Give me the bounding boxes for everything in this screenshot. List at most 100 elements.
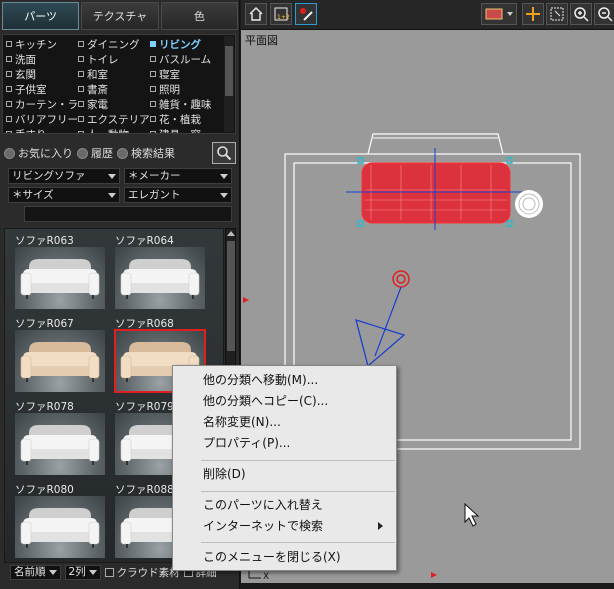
- pen-icon: [300, 8, 313, 21]
- part-thumbnail[interactable]: [15, 247, 105, 309]
- category-item[interactable]: 手すり: [6, 127, 78, 133]
- view-toolbar: 1+2: [241, 0, 614, 30]
- menu-item-delete[interactable]: 削除(D): [203, 464, 393, 484]
- category-item[interactable]: キッチン: [6, 37, 78, 51]
- radio-icon: [117, 147, 128, 159]
- category-item[interactable]: バスルーム: [150, 52, 222, 66]
- sofa-thumbnail-icon: [20, 425, 100, 465]
- category-item[interactable]: トイレ: [78, 52, 150, 66]
- menu-item-move[interactable]: 他の分類へ移動(M)...: [203, 370, 393, 390]
- part-item[interactable]: ソファR064: [105, 229, 205, 309]
- sofa-plan: [361, 162, 511, 224]
- checkbox-icon: [78, 101, 84, 107]
- menu-item-replace[interactable]: このパーツに入れ替え: [203, 495, 393, 515]
- draw-mode-button[interactable]: [295, 3, 317, 25]
- checkbox-icon: [78, 71, 84, 77]
- search-icon: [217, 146, 232, 161]
- checkbox-icon: [150, 41, 156, 47]
- axis-indicator: [248, 570, 261, 579]
- scrollbar-thumb[interactable]: [225, 46, 233, 96]
- scroll-up-icon[interactable]: [227, 231, 235, 236]
- keyword-input[interactable]: [24, 206, 232, 222]
- category-label: 子供室: [15, 83, 47, 96]
- part-thumbnail[interactable]: [15, 413, 105, 475]
- zoom-out-icon: [598, 7, 613, 22]
- category-item[interactable]: 玄関: [6, 67, 78, 81]
- menu-item-web-search[interactable]: インターネットで検索: [203, 516, 393, 536]
- filter-history[interactable]: 履歴: [77, 145, 113, 161]
- menu-item-close[interactable]: このメニューを閉じる(X): [203, 547, 393, 567]
- part-item[interactable]: ソファR067: [5, 312, 105, 392]
- checkbox-icon: [78, 41, 84, 47]
- maker-value: ＊メーカー: [128, 170, 181, 182]
- part-item[interactable]: ソファR080: [5, 478, 105, 558]
- part-thumbnail[interactable]: [115, 247, 205, 309]
- category-list: キッチン ダイニング リビング洗面 トイレ バスルーム玄関 和室 寝室子供室 書斎 照明カーテン…: [2, 34, 236, 134]
- filter-history-label: 履歴: [91, 147, 113, 160]
- split-view-icon: 1+2: [274, 7, 289, 21]
- category-item[interactable]: リビング: [150, 37, 222, 51]
- zoom-in-icon: [574, 7, 589, 22]
- cloud-checkbox[interactable]: クラウド素材: [104, 565, 180, 580]
- house-icon: [249, 7, 263, 21]
- subcategory-dropdown[interactable]: リビングソファ: [8, 168, 120, 184]
- category-label: 建具・窓: [159, 127, 201, 134]
- category-item[interactable]: カーテン・ラグ: [6, 97, 78, 111]
- checkbox-icon: [6, 41, 12, 47]
- category-item[interactable]: 寝室: [150, 67, 222, 81]
- category-label: 書斎: [87, 83, 108, 96]
- part-item[interactable]: ソファR078: [5, 395, 105, 475]
- category-item[interactable]: 雑貨・趣味: [150, 97, 222, 111]
- tab-colors[interactable]: 色: [160, 2, 238, 30]
- tab-parts[interactable]: パーツ: [2, 2, 80, 30]
- part-thumbnail[interactable]: [15, 496, 105, 558]
- category-item[interactable]: 和室: [78, 67, 150, 81]
- part-name: ソファR064: [115, 235, 174, 247]
- chevron-down-icon: [48, 569, 57, 575]
- tab-textures[interactable]: テクスチャ: [81, 2, 159, 30]
- filter-favorites[interactable]: お気に入り: [4, 145, 73, 161]
- select-tool-button[interactable]: [546, 3, 568, 25]
- style-dropdown[interactable]: エレガント: [124, 187, 232, 203]
- category-item[interactable]: 照明: [150, 82, 222, 96]
- category-item[interactable]: 花・植栽: [150, 112, 222, 126]
- filter-search-results[interactable]: 検索結果: [117, 145, 175, 161]
- category-label: 人・動物: [87, 127, 129, 134]
- checkbox-icon: [6, 71, 12, 77]
- part-item[interactable]: ソファR063: [5, 229, 105, 309]
- part-thumbnail[interactable]: [15, 330, 105, 392]
- view-mode-button[interactable]: [245, 3, 267, 25]
- category-item[interactable]: エクステリア: [78, 112, 150, 126]
- split-view-button[interactable]: 1+2: [270, 3, 292, 25]
- category-grid: キッチン ダイニング リビング洗面 トイレ バスルーム玄関 和室 寝室子供室 書斎 照明カーテン…: [6, 37, 222, 134]
- scrollbar-thumb[interactable]: [227, 241, 235, 351]
- category-item[interactable]: 家電: [78, 97, 150, 111]
- category-label: 玄関: [15, 68, 36, 81]
- move-tool-button[interactable]: [522, 3, 544, 25]
- checkbox-icon: [150, 71, 156, 77]
- category-item[interactable]: ダイニング: [78, 37, 150, 51]
- zoom-out-button[interactable]: [594, 3, 614, 25]
- maker-dropdown[interactable]: ＊メーカー: [124, 168, 232, 184]
- category-scrollbar[interactable]: [224, 36, 234, 132]
- category-item[interactable]: バリアフリー: [6, 112, 78, 126]
- category-item[interactable]: 子供室: [6, 82, 78, 96]
- submenu-arrow-icon: [378, 522, 383, 530]
- category-label: トイレ: [87, 53, 119, 66]
- columns-dropdown[interactable]: 2列: [64, 564, 101, 580]
- category-item[interactable]: 洗面: [6, 52, 78, 66]
- checkbox-icon: [78, 131, 84, 133]
- chevron-down-icon: [108, 193, 116, 198]
- size-dropdown[interactable]: ＊サイズ: [8, 187, 120, 203]
- sort-dropdown[interactable]: 名前順: [10, 564, 61, 580]
- search-button[interactable]: [212, 142, 236, 164]
- menu-item-properties[interactable]: プロパティ(P)...: [203, 433, 393, 453]
- layer-dropdown[interactable]: [481, 3, 517, 25]
- category-item[interactable]: 建具・窓: [150, 127, 222, 134]
- category-item[interactable]: 書斎: [78, 82, 150, 96]
- zoom-in-button[interactable]: [570, 3, 592, 25]
- category-item[interactable]: 人・動物: [78, 127, 150, 134]
- menu-item-rename[interactable]: 名称変更(N)...: [203, 412, 393, 432]
- category-label: 花・植栽: [159, 113, 201, 126]
- menu-item-copy[interactable]: 他の分類へコピー(C)...: [203, 391, 393, 411]
